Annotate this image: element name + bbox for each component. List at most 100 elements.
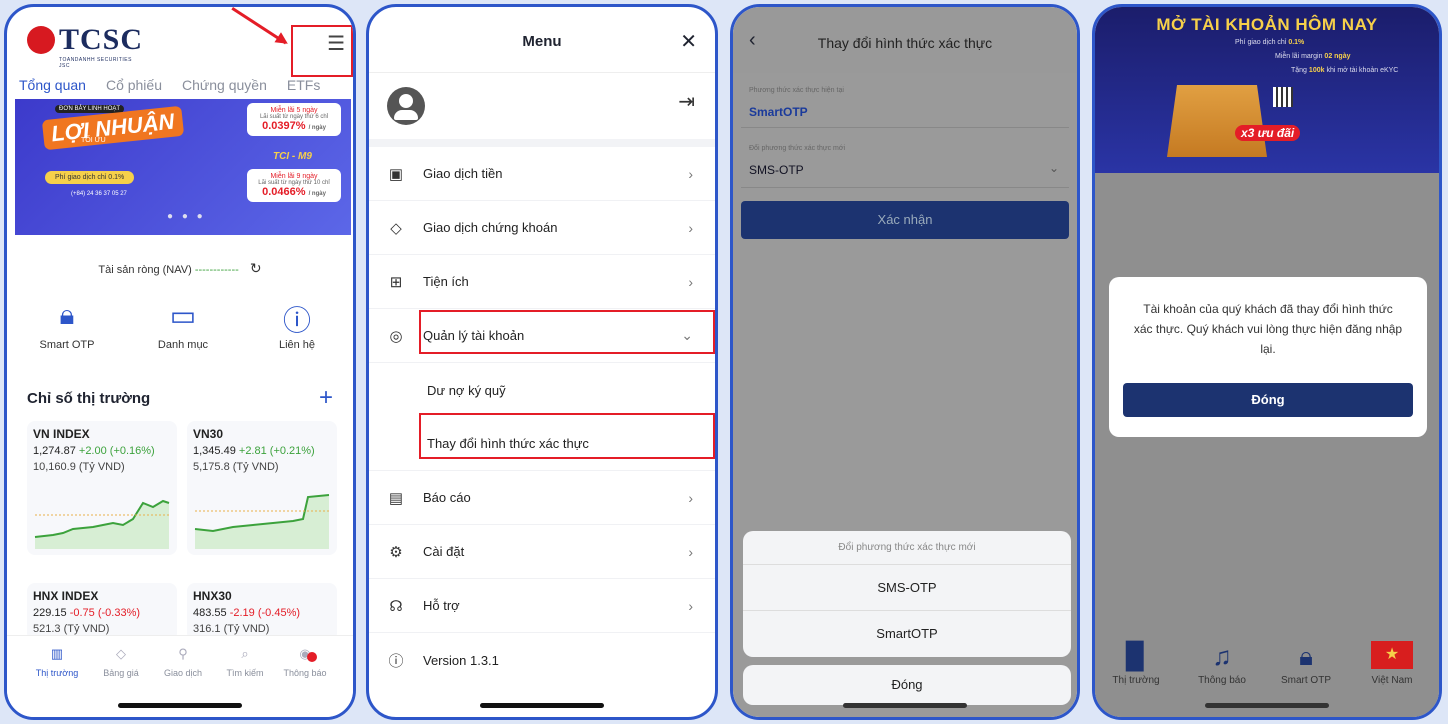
menu-item-settings[interactable]: ⚙ Cài đặt › xyxy=(369,525,715,579)
lock-icon: 🔒︎ xyxy=(1299,641,1313,671)
logout-icon[interactable]: ⇥ xyxy=(678,89,695,114)
index-card-hnx30[interactable]: HNX30 483.55 -2.19 (-0.45%) 316.1 (Tỷ VN… xyxy=(187,583,337,641)
menu-item-support[interactable]: ☊ Hỗ trợ › xyxy=(369,579,715,633)
dialog-close-button[interactable]: Đóng xyxy=(1123,383,1413,417)
quick-action-label: Smart OTP xyxy=(39,339,95,351)
menu-item-margin-debt[interactable]: Dư nợ ký quỹ xyxy=(369,363,715,417)
index-name: VN INDEX xyxy=(33,427,90,441)
line-text: Tặng xyxy=(1291,67,1307,74)
index-card-vnindex[interactable]: VN INDEX 1,274.87 +2.00 (+0.16%) 10,160.… xyxy=(27,421,177,555)
menu-title: Menu xyxy=(522,33,562,50)
promo-banner[interactable]: MỞ TÀI KHOẢN HÔM NAY Phí giao dịch chỉ 0… xyxy=(1095,7,1439,173)
tab-etfs[interactable]: ETFs xyxy=(287,77,320,93)
nav-value: ------------ xyxy=(194,264,239,276)
tab-language[interactable]: ★ Việt Nam xyxy=(1357,641,1427,686)
banner-phone: (+84) 24 36 37 05 27 xyxy=(71,191,127,197)
chevron-down-icon[interactable]: ⌄ xyxy=(1049,161,1059,175)
notification-badge xyxy=(307,652,317,662)
promo-banner[interactable]: ĐƠN BẢY LINH HOẠT LỢI NHUẬN TỐI ƯU Phí g… xyxy=(15,99,351,235)
index-card-vn30[interactable]: VN30 1,345.49 +2.81 (+0.21%) 5,175.8 (Tỷ… xyxy=(187,421,337,555)
chevron-right-icon: › xyxy=(688,219,693,236)
index-change: -0.75 (-0.33%) xyxy=(69,607,141,619)
tab-notifications[interactable]: ♫ Thông báo xyxy=(1187,641,1257,686)
index-sparkline xyxy=(34,499,170,549)
carousel-dots[interactable]: ● ● ● xyxy=(167,211,206,222)
tab-warrants[interactable]: Chứng quyền xyxy=(182,77,267,93)
quick-action-contact[interactable]: ⓘ Liên hệ xyxy=(257,299,337,351)
option-sms-otp[interactable]: SMS-OTP xyxy=(743,565,1071,611)
tab-trade[interactable]: ⚲ Giao dịch xyxy=(153,646,213,678)
tab-label: Thông báo xyxy=(283,668,327,678)
quick-action-smart-otp[interactable]: 🔒︎ Smart OTP xyxy=(27,299,107,351)
tab-label: Việt Nam xyxy=(1371,675,1413,686)
add-icon[interactable]: + xyxy=(319,384,333,412)
market-index-title: Chỉ số thị trường xyxy=(27,390,151,407)
menu-item-label: Báo cáo xyxy=(423,490,471,505)
confirm-button[interactable]: Xác nhận xyxy=(741,201,1069,239)
menu-item-utilities[interactable]: ⊞ Tiện ích › xyxy=(369,255,715,309)
tab-price-board[interactable]: ◇ Bảng giá xyxy=(91,646,151,678)
bell-icon: ◉ xyxy=(299,646,311,661)
menu-item-securities-transactions[interactable]: ◇ Giao dịch chứng khoán › xyxy=(369,201,715,255)
info-icon: ⓘ xyxy=(388,652,404,670)
promo-badge: x3 ưu đãi xyxy=(1235,125,1301,141)
avatar[interactable] xyxy=(387,87,425,125)
index-volume: 316.1 (Tỷ VND) xyxy=(193,623,270,635)
banner-line-1: Phí giao dịch chỉ 0.1% xyxy=(1235,39,1304,46)
logo-mark xyxy=(27,26,55,54)
menu-header: Menu ✕ xyxy=(369,7,715,73)
tab-market[interactable]: ▉ Thị trường xyxy=(1101,641,1171,686)
banner-tci-label: TCI - M9 xyxy=(273,151,312,162)
tab-label: Bảng giá xyxy=(103,668,139,678)
new-method-select[interactable]: SMS-OTP xyxy=(749,163,804,177)
line-value: 100k xyxy=(1308,67,1325,74)
index-card-hnxindex[interactable]: HNX INDEX 229.15 -0.75 (-0.33%) 521.3 (T… xyxy=(27,583,177,641)
vietnam-flag-icon: ★ xyxy=(1371,641,1413,669)
refresh-icon[interactable]: ↻ xyxy=(250,260,262,276)
tab-search[interactable]: ⌕ Tìm kiếm xyxy=(215,646,275,678)
user-circle-icon: ◎ xyxy=(389,327,403,345)
quick-action-portfolio[interactable]: ▭ Danh mục xyxy=(143,299,223,351)
tab-market[interactable]: ▥ Thị trường xyxy=(27,646,87,678)
option-smart-otp[interactable]: SmartOTP xyxy=(743,611,1071,657)
line-text: Miễn lãi margin xyxy=(1275,53,1323,60)
header: ‹ Thay đổi hình thức xác thực xyxy=(733,7,1077,73)
index-change: -2.19 (-0.45%) xyxy=(229,607,301,619)
bar-chart-icon: ▥ xyxy=(50,646,64,661)
new-method-label: Đổi phương thức xác thực mới xyxy=(749,145,845,152)
menu-item-reports[interactable]: ▤ Báo cáo › xyxy=(369,471,715,525)
quick-action-label: Danh mục xyxy=(157,339,209,351)
sheet-close-button[interactable]: Đóng xyxy=(743,665,1071,705)
tab-overview[interactable]: Tổng quan xyxy=(19,77,86,93)
tcsc-logo: TCSC TOANDANHH SECURITIES JSC xyxy=(27,23,143,69)
menu-item-cash-transactions[interactable]: ▣ Giao dịch tiền › xyxy=(369,147,715,201)
card2-head: Miễn lãi 9 ngày xyxy=(270,173,318,180)
banner-subtitle: TỐI ƯU xyxy=(81,137,106,144)
chevron-right-icon: › xyxy=(688,273,693,290)
tab-smart-otp[interactable]: 🔒︎ Smart OTP xyxy=(1271,641,1341,686)
index-value: 229.15 xyxy=(33,607,67,619)
phone-home-screen: TCSC TOANDANHH SECURITIES JSC ☰ Tổng qua… xyxy=(4,4,356,720)
chevron-right-icon: › xyxy=(688,489,693,506)
hamburger-menu-icon[interactable]: ☰ xyxy=(327,31,345,56)
lock-icon: 🔒︎ xyxy=(59,299,75,330)
account-management-highlight xyxy=(419,310,715,354)
banner-line-2: Miễn lãi margin 02 ngày xyxy=(1275,53,1351,60)
current-method-value: SmartOTP xyxy=(749,105,808,119)
wallet-icon: ▭ xyxy=(169,300,197,331)
index-value: 483.55 xyxy=(193,607,227,619)
menu-item-label: Giao dịch chứng khoán xyxy=(423,220,558,235)
close-icon[interactable]: ✕ xyxy=(680,29,697,54)
tab-label: Giao dịch xyxy=(163,668,203,678)
nav-row: Tài sản ròng (NAV) ------------ ↻ xyxy=(7,260,353,277)
index-volume: 5,175.8 (Tỷ VND) xyxy=(193,461,279,473)
tab-notifications[interactable]: ◉ Thông báo xyxy=(275,646,335,678)
menu-item-label: Version 1.3.1 xyxy=(423,652,499,668)
menu-item-label: Dư nợ ký quỹ xyxy=(427,382,506,398)
line-value: 0.1% xyxy=(1288,39,1305,46)
tab-stocks[interactable]: Cổ phiếu xyxy=(106,77,162,93)
tab-label: Thị trường xyxy=(35,668,79,678)
headset-icon: ☊ xyxy=(389,597,403,615)
dialog-message: Tài khoản của quý khách đã thay đổi hình… xyxy=(1133,302,1403,356)
bar-chart-icon: ▉ xyxy=(1126,641,1146,671)
